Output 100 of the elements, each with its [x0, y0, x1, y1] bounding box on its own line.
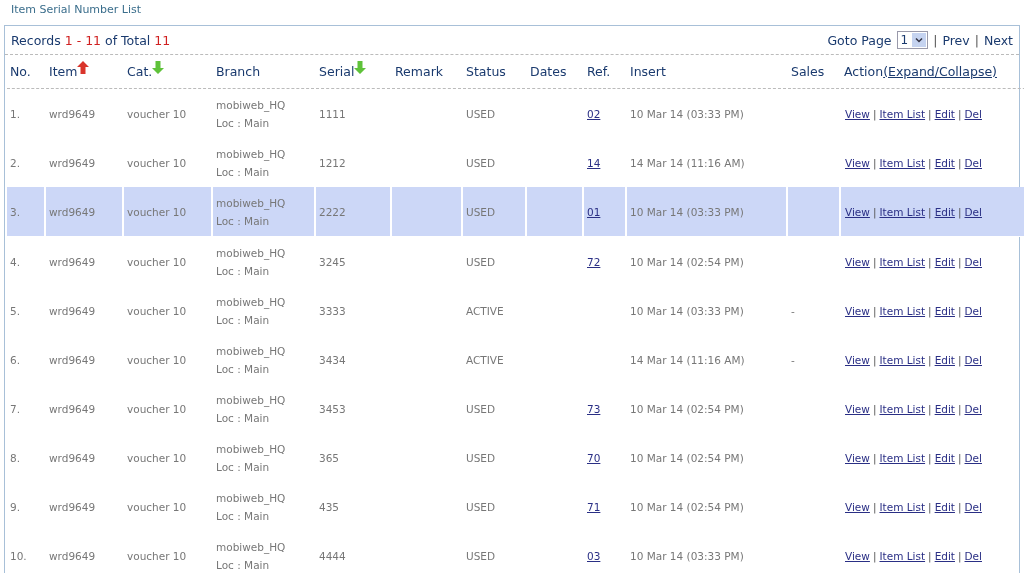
separator: | — [928, 353, 932, 366]
table-row[interactable]: 10. wrd9649 voucher 10 mobiweb_HQ Loc : Main 4444 USED 03 10 Mar 14 (03:33 PM) View | Item List | Edit | Del — [7, 531, 1024, 573]
up-arrow-icon[interactable] — [77, 61, 90, 74]
branch-name: mobiweb_HQ — [216, 98, 287, 111]
action-link[interactable]: Del — [964, 500, 982, 513]
serial-cell: 2222 — [319, 205, 346, 218]
separator: | — [928, 402, 932, 415]
separator: | — [872, 451, 877, 464]
prev-link[interactable]: Prev — [942, 32, 970, 48]
page-title: Item Serial Number List — [10, 2, 143, 18]
action-link[interactable]: View — [845, 107, 870, 120]
serial-cell: 3333 — [319, 304, 346, 317]
action-link[interactable]: Item List — [879, 205, 926, 218]
row-number: 10. — [10, 549, 27, 562]
action-link[interactable]: Edit — [934, 255, 955, 268]
table-row[interactable]: 6. wrd9649 voucher 10 mobiweb_HQ Loc : Main 3434 ACTIVE 14 Mar 14 (11:16 AM) - View | Item List | Edit | Del — [7, 335, 1024, 384]
action-link[interactable]: Edit — [934, 549, 955, 562]
down-arrow-icon[interactable] — [354, 61, 367, 74]
reference-link[interactable]: 70 — [587, 451, 601, 464]
table-row[interactable]: 8. wrd9649 voucher 10 mobiweb_HQ Loc : Main 365 USED 70 10 Mar 14 (02:54 PM) View | Item List | Edit | Del — [7, 433, 1024, 482]
action-link[interactable]: Item List — [879, 549, 926, 562]
column-header: Action — [844, 64, 884, 79]
next-link[interactable]: Next — [983, 32, 1013, 48]
action-link[interactable]: Item List — [879, 304, 926, 317]
action-link[interactable]: Del — [964, 304, 982, 317]
action-link[interactable]: Item List — [879, 156, 926, 169]
action-link[interactable]: View — [845, 451, 870, 464]
action-link[interactable]: Item List — [879, 255, 926, 268]
reference-link[interactable]: 71 — [587, 500, 601, 513]
action-link[interactable]: View — [845, 156, 870, 169]
reference-link[interactable]: 02 — [587, 107, 601, 120]
serial-cell: 4444 — [319, 549, 346, 562]
reference-link[interactable]: 01 — [587, 205, 601, 218]
item-cell: wrd9649 — [49, 205, 96, 218]
table-row[interactable]: 2. wrd9649 voucher 10 mobiweb_HQ Loc : Main 1212 USED 14 14 Mar 14 (11:16 AM) View | Item List | Edit | Del — [7, 138, 1024, 187]
separator: | — [872, 402, 877, 415]
action-link[interactable]: Del — [964, 107, 982, 120]
separator: | — [928, 500, 932, 513]
action-link[interactable]: Item List — [879, 451, 926, 464]
table-row[interactable]: 4. wrd9649 voucher 10 mobiweb_HQ Loc : Main 3245 USED 72 10 Mar 14 (02:54 PM) View | Item List | Edit | Del — [7, 237, 1024, 286]
action-link[interactable]: Del — [964, 205, 982, 218]
table-row[interactable]: 1. wrd9649 voucher 10 mobiweb_HQ Loc : Main 1111 USED 02 10 Mar 14 (03:33 PM) View | Item List | Edit | Del — [7, 89, 1024, 138]
separator: | — [957, 500, 962, 513]
action-link[interactable]: Edit — [934, 304, 955, 317]
row-number: 3. — [10, 205, 21, 218]
branch-location: Loc : Main — [216, 411, 271, 424]
expand-collapse-link[interactable]: (Expand/Collapse) — [883, 64, 997, 79]
action-link[interactable]: Item List — [879, 107, 926, 120]
table-row[interactable]: 7. wrd9649 voucher 10 mobiweb_HQ Loc : Main 3453 USED 73 10 Mar 14 (02:54 PM) View | Item List | Edit | Del — [7, 384, 1024, 433]
action-link[interactable]: Del — [964, 451, 982, 464]
table-row[interactable]: 3. wrd9649 voucher 10 mobiweb_HQ Loc : Main 2222 USED 01 10 Mar 14 (03:33 PM) View | Item List | Edit | Del — [7, 187, 1024, 237]
serial-cell: 435 — [319, 500, 340, 513]
action-link[interactable]: View — [845, 549, 870, 562]
column-header: Sales — [791, 64, 825, 79]
action-link[interactable]: Del — [964, 549, 982, 562]
separator: | — [928, 107, 932, 120]
action-link[interactable]: Edit — [934, 402, 955, 415]
branch-location: Loc : Main — [216, 362, 271, 375]
down-arrow-icon[interactable] — [152, 61, 165, 74]
action-link[interactable]: View — [845, 402, 870, 415]
action-link[interactable]: Item List — [879, 500, 926, 513]
status-cell: USED — [466, 205, 496, 218]
action-link[interactable]: View — [845, 353, 870, 366]
action-link[interactable]: View — [845, 304, 870, 317]
action-link[interactable]: Del — [964, 402, 982, 415]
separator: | — [872, 304, 877, 317]
action-link[interactable]: Item List — [879, 402, 926, 415]
table-row[interactable]: 9. wrd9649 voucher 10 mobiweb_HQ Loc : Main 435 USED 71 10 Mar 14 (02:54 PM) View | Item List | Edit | Del — [7, 482, 1024, 531]
action-link[interactable]: Edit — [934, 353, 955, 366]
status-cell: USED — [466, 156, 496, 169]
reference-link[interactable]: 73 — [587, 402, 601, 415]
page-select[interactable]: 1 — [896, 31, 929, 49]
action-link[interactable]: Edit — [934, 451, 955, 464]
separator: | — [933, 32, 938, 48]
reference-link[interactable]: 14 — [587, 156, 601, 169]
action-link[interactable]: View — [845, 500, 870, 513]
branch-location: Loc : Main — [216, 313, 271, 326]
column-header: Dates — [530, 64, 567, 79]
reference-link[interactable]: 72 — [587, 255, 601, 268]
category-cell: voucher 10 — [127, 451, 187, 464]
reference-link[interactable]: 03 — [587, 549, 601, 562]
category-cell: voucher 10 — [127, 402, 187, 415]
action-link[interactable]: View — [845, 205, 870, 218]
sales-cell: - — [791, 353, 795, 366]
action-link[interactable]: Edit — [934, 107, 955, 120]
action-link[interactable]: View — [845, 255, 870, 268]
insert-date-cell: 10 Mar 14 (03:33 PM) — [630, 107, 744, 120]
action-link[interactable]: Del — [964, 255, 982, 268]
branch-location: Loc : Main — [216, 460, 271, 473]
action-link[interactable]: Edit — [934, 205, 955, 218]
sales-cell: - — [791, 304, 795, 317]
action-link[interactable]: Del — [964, 353, 982, 366]
branch-location: Loc : Main — [216, 558, 271, 571]
action-link[interactable]: Edit — [934, 156, 955, 169]
action-link[interactable]: Del — [964, 156, 982, 169]
separator: | — [957, 304, 962, 317]
action-link[interactable]: Item List — [879, 353, 926, 366]
table-row[interactable]: 5. wrd9649 voucher 10 mobiweb_HQ Loc : Main 3333 ACTIVE 10 Mar 14 (03:33 PM) - View | Item List | Edit | Del — [7, 286, 1024, 335]
item-cell: wrd9649 — [49, 255, 96, 268]
action-link[interactable]: Edit — [934, 500, 955, 513]
